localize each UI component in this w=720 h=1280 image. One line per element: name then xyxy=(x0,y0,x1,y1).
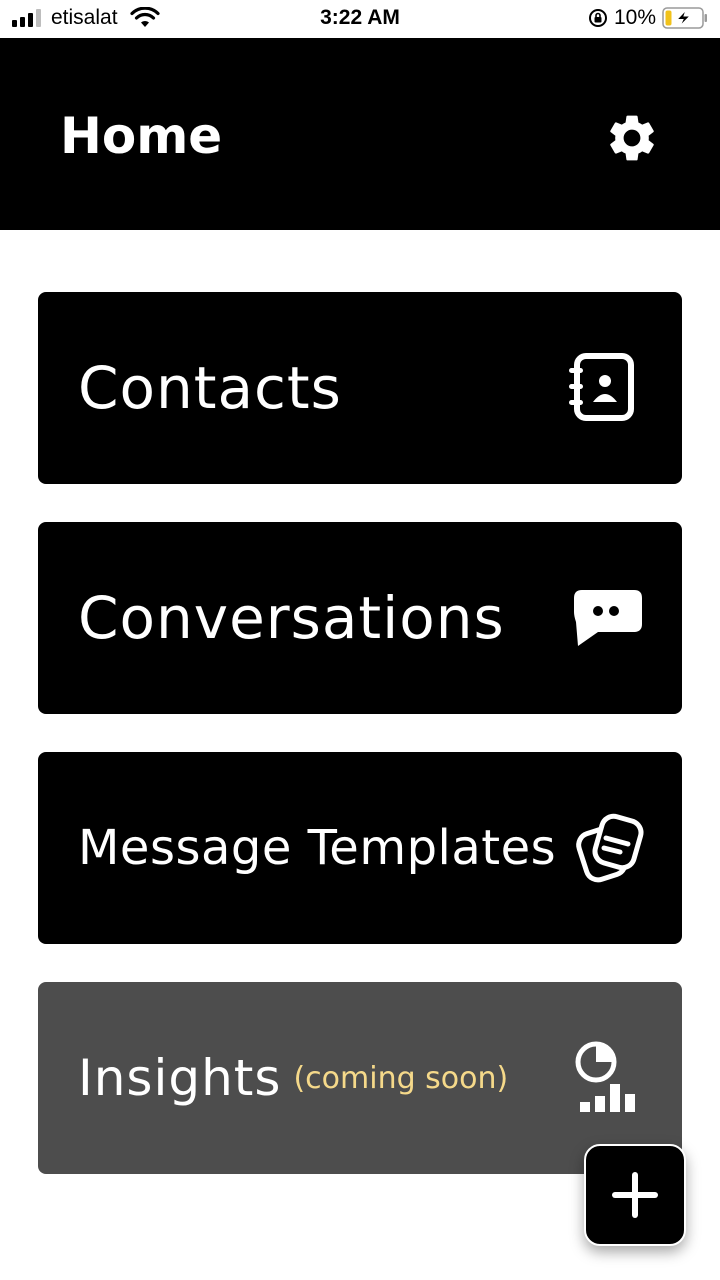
conversations-label: Conversations xyxy=(78,584,505,652)
battery-charging-icon xyxy=(662,7,707,29)
conversations-card[interactable]: Conversations xyxy=(38,522,682,714)
chat-bubble-icon xyxy=(570,522,646,714)
insights-title: Insights xyxy=(78,1049,282,1107)
add-button[interactable] xyxy=(584,1144,686,1246)
contacts-label: Contacts xyxy=(78,354,342,422)
insights-label: Insights (coming soon) xyxy=(78,982,508,1174)
coming-soon-badge: (coming soon) xyxy=(293,1060,509,1096)
app-header: Home xyxy=(0,38,720,230)
contacts-card[interactable]: Contacts xyxy=(38,292,682,484)
settings-button[interactable] xyxy=(604,110,660,166)
status-right: 10% xyxy=(588,6,708,30)
contact-book-icon xyxy=(566,292,638,484)
insights-card: Insights (coming soon) xyxy=(38,982,682,1174)
message-templates-label: Message Templates xyxy=(78,820,557,876)
plus-icon xyxy=(612,1172,658,1218)
gear-icon xyxy=(610,115,654,161)
message-templates-card[interactable]: Message Templates xyxy=(38,752,682,944)
battery-percentage: 10% xyxy=(613,6,656,29)
templates-icon xyxy=(574,752,646,944)
orientation-lock-icon xyxy=(588,9,607,27)
page-title: Home xyxy=(60,107,223,165)
status-bar: etisalat 3:22 AM 10% xyxy=(0,0,720,38)
